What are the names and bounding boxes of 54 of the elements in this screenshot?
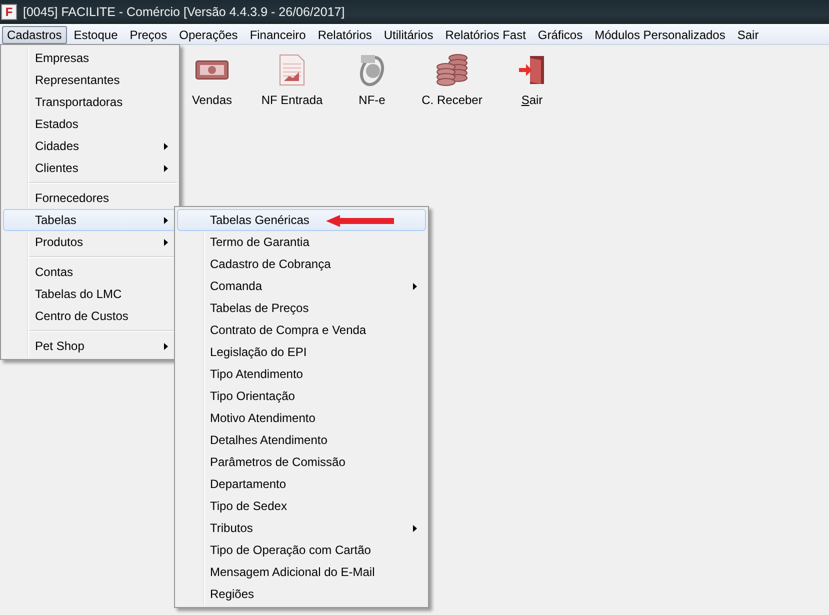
- menu-item[interactable]: Centro de Custos: [3, 305, 177, 327]
- menu-item[interactable]: Pet Shop: [3, 335, 177, 357]
- menu-item[interactable]: Tabelas do LMC: [3, 283, 177, 305]
- menu-bar-item[interactable]: Preços: [124, 26, 172, 44]
- toolbar-label[interactable]: Sair: [521, 93, 543, 107]
- menu-item[interactable]: Tipo de Operação com Cartão: [177, 539, 426, 561]
- menu-item[interactable]: Tipo Atendimento: [177, 363, 426, 385]
- menu-bar-item[interactable]: Relatórios: [312, 26, 377, 44]
- toolbar-label[interactable]: Vendas: [192, 93, 232, 107]
- menu-item[interactable]: Comanda: [177, 275, 426, 297]
- door-exit-icon[interactable]: [518, 55, 546, 85]
- menu-bar-item[interactable]: Financeiro: [244, 26, 311, 44]
- menu-item[interactable]: Estados: [3, 113, 177, 135]
- app-icon: F: [1, 4, 17, 20]
- menu-bar-item[interactable]: Estoque: [68, 26, 123, 44]
- seal-icon[interactable]: [357, 53, 387, 87]
- toolbar-label[interactable]: C. Receber: [422, 93, 482, 107]
- menu-item[interactable]: Departamento: [177, 473, 426, 495]
- menu-item[interactable]: Fornecedores: [3, 187, 177, 209]
- menu-bar-item[interactable]: Relatórios Fast: [440, 26, 531, 44]
- spreadsheet-icon[interactable]: [279, 54, 305, 86]
- menu-bar-item[interactable]: Sair: [732, 26, 764, 44]
- menu-item[interactable]: Tipo de Sedex: [177, 495, 426, 517]
- menu-item[interactable]: Legislação do EPI: [177, 341, 426, 363]
- menu-item[interactable]: Tipo Orientação: [177, 385, 426, 407]
- menu-item[interactable]: Produtos: [3, 231, 177, 253]
- coins-icon[interactable]: [435, 54, 469, 86]
- menu-item[interactable]: Empresas: [3, 47, 177, 69]
- menu-bar-item[interactable]: Operações: [174, 26, 243, 44]
- menu-item[interactable]: Regiões: [177, 583, 426, 605]
- menu-item[interactable]: Parâmetros de Comissão: [177, 451, 426, 473]
- menu-item[interactable]: Transportadoras: [3, 91, 177, 113]
- menu-bar-item[interactable]: Módulos Personalizados: [590, 26, 730, 44]
- menu-item[interactable]: Contas: [3, 261, 177, 283]
- toolbar-label[interactable]: NF-e: [358, 93, 386, 107]
- menu-bar-item[interactable]: Gráficos: [532, 26, 588, 44]
- menu-item[interactable]: Motivo Atendimento: [177, 407, 426, 429]
- menu-item[interactable]: Mensagem Adicional do E-Mail: [177, 561, 426, 583]
- toolbar-label[interactable]: NF Entrada: [261, 93, 323, 107]
- menu-item[interactable]: Tabelas: [3, 209, 177, 231]
- menu-item[interactable]: Clientes: [3, 157, 177, 179]
- menu-item[interactable]: Tabelas Genéricas: [177, 209, 426, 231]
- menu-item[interactable]: Contrato de Compra e Venda: [177, 319, 426, 341]
- menu-item[interactable]: Cadastro de Cobrança: [177, 253, 426, 275]
- menu-bar-item[interactable]: Utilitários: [378, 26, 438, 44]
- menu-item[interactable]: Detalhes Atendimento: [177, 429, 426, 451]
- menu-bar-item[interactable]: Cadastros: [2, 26, 67, 44]
- menu-item[interactable]: Cidades: [3, 135, 177, 157]
- banknote-icon[interactable]: [195, 59, 229, 81]
- window-title: [0045] FACILITE - Comércio [Versão 4.4.3.9 - 26/06/2017]: [23, 5, 345, 19]
- menu-item[interactable]: Termo de Garantia: [177, 231, 426, 253]
- menu-item[interactable]: Representantes: [3, 69, 177, 91]
- menu-item[interactable]: Tabelas de Preços: [177, 297, 426, 319]
- menu-item[interactable]: Tributos: [177, 517, 426, 539]
